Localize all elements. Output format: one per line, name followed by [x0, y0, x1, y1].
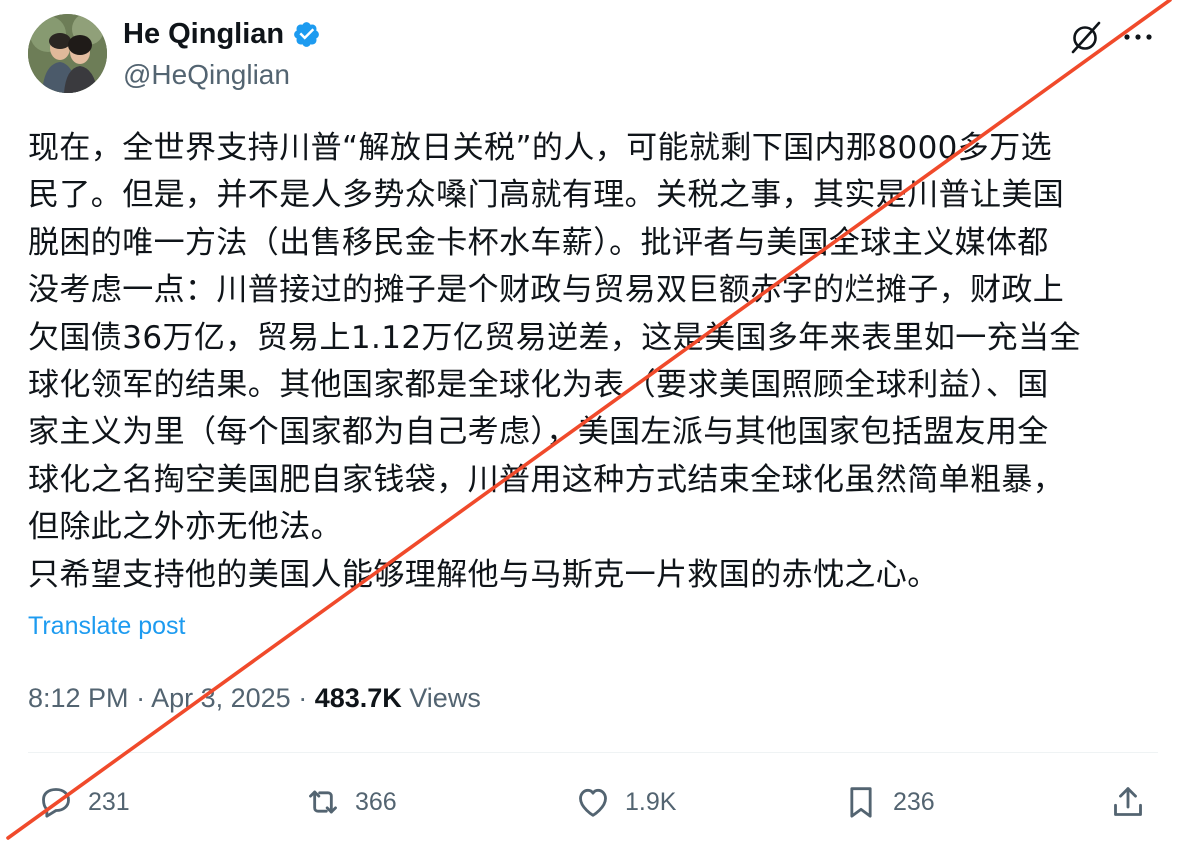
divider — [28, 752, 1158, 753]
post-line: 现在，全世界支持川普“解放日关税”的人，可能就剩下国内那8000多万选 — [28, 130, 1053, 166]
translate-post-link[interactable]: Translate post — [28, 610, 185, 642]
grok-icon — [1071, 21, 1101, 54]
grok-button[interactable] — [1068, 18, 1106, 56]
bookmark-count: 236 — [893, 787, 935, 816]
share-icon — [1114, 787, 1142, 816]
post-line: 球化之名掏空美国肥自家钱袋，川普用这种方式结束全球化虽然简单粗暴， — [28, 461, 1065, 498]
share-button[interactable] — [1108, 780, 1148, 824]
post-line: 家主义为里（每个国家都为自己考虑），美国左派与其他国家包括盟友用全 — [28, 414, 1049, 451]
post-date[interactable]: Apr 3, 2025 — [151, 683, 291, 713]
author-name[interactable]: He Qinglian — [123, 16, 284, 52]
reply-icon — [42, 788, 70, 818]
post-line: 只希望支持他的美国人能够理解他与马斯克一片救国的赤忱之心。 — [28, 556, 939, 593]
like-button[interactable]: 1.9K — [573, 780, 676, 824]
post-line: 脱困的唯一方法（出售移民金卡杯水车薪）。批评者与美国全球主义媒体都 — [28, 224, 1049, 261]
heart-icon — [579, 788, 607, 817]
post-text: 现在，全世界支持川普“解放日关税”的人，可能就剩下国内那8000多万选 民了。但… — [28, 125, 1163, 599]
views-label: Views — [409, 683, 481, 713]
repost-button[interactable]: 366 — [303, 780, 397, 824]
repost-count: 366 — [355, 787, 397, 816]
post-meta: 8:12 PM · Apr 3, 2025 · 483.7K Views — [28, 680, 481, 716]
bookmark-button[interactable]: 236 — [841, 780, 935, 824]
more-button[interactable] — [1118, 18, 1158, 56]
like-count: 1.9K — [625, 787, 677, 816]
views-count: 483.7K — [314, 683, 402, 713]
bookmark-icon — [850, 787, 872, 818]
more-icon — [1124, 34, 1152, 40]
post-time[interactable]: 8:12 PM — [28, 683, 129, 713]
reply-button[interactable]: 231 — [36, 780, 130, 824]
meta-separator: · — [290, 683, 315, 713]
author-name-row[interactable]: He Qinglian — [123, 16, 321, 52]
post-line: 欠国债36万亿，贸易上1.12万亿贸易逆差，这是美国多年来表里如一充当全 — [28, 319, 1081, 356]
verified-badge-icon — [294, 21, 320, 47]
author-handle[interactable]: @HeQinglian — [123, 58, 290, 92]
profile-photo — [28, 14, 107, 93]
post-line: 民了。但是，并不是人多势众嗓门高就有理。关税之事，其实是川普让美国 — [28, 177, 1065, 214]
post-line: 但除此之外亦无他法。 — [28, 509, 342, 546]
post-line: 球化领军的结果。其他国家都是全球化为表（要求美国照顾全球利益）、国 — [28, 366, 1049, 403]
post-line: 没考虑一点：川普接过的摊子是个财政与贸易双巨额赤字的烂摊子，财政上 — [28, 272, 1065, 309]
reply-count: 231 — [88, 787, 130, 816]
avatar[interactable] — [28, 14, 107, 93]
meta-separator: · — [128, 683, 152, 713]
repost-icon — [309, 790, 337, 814]
